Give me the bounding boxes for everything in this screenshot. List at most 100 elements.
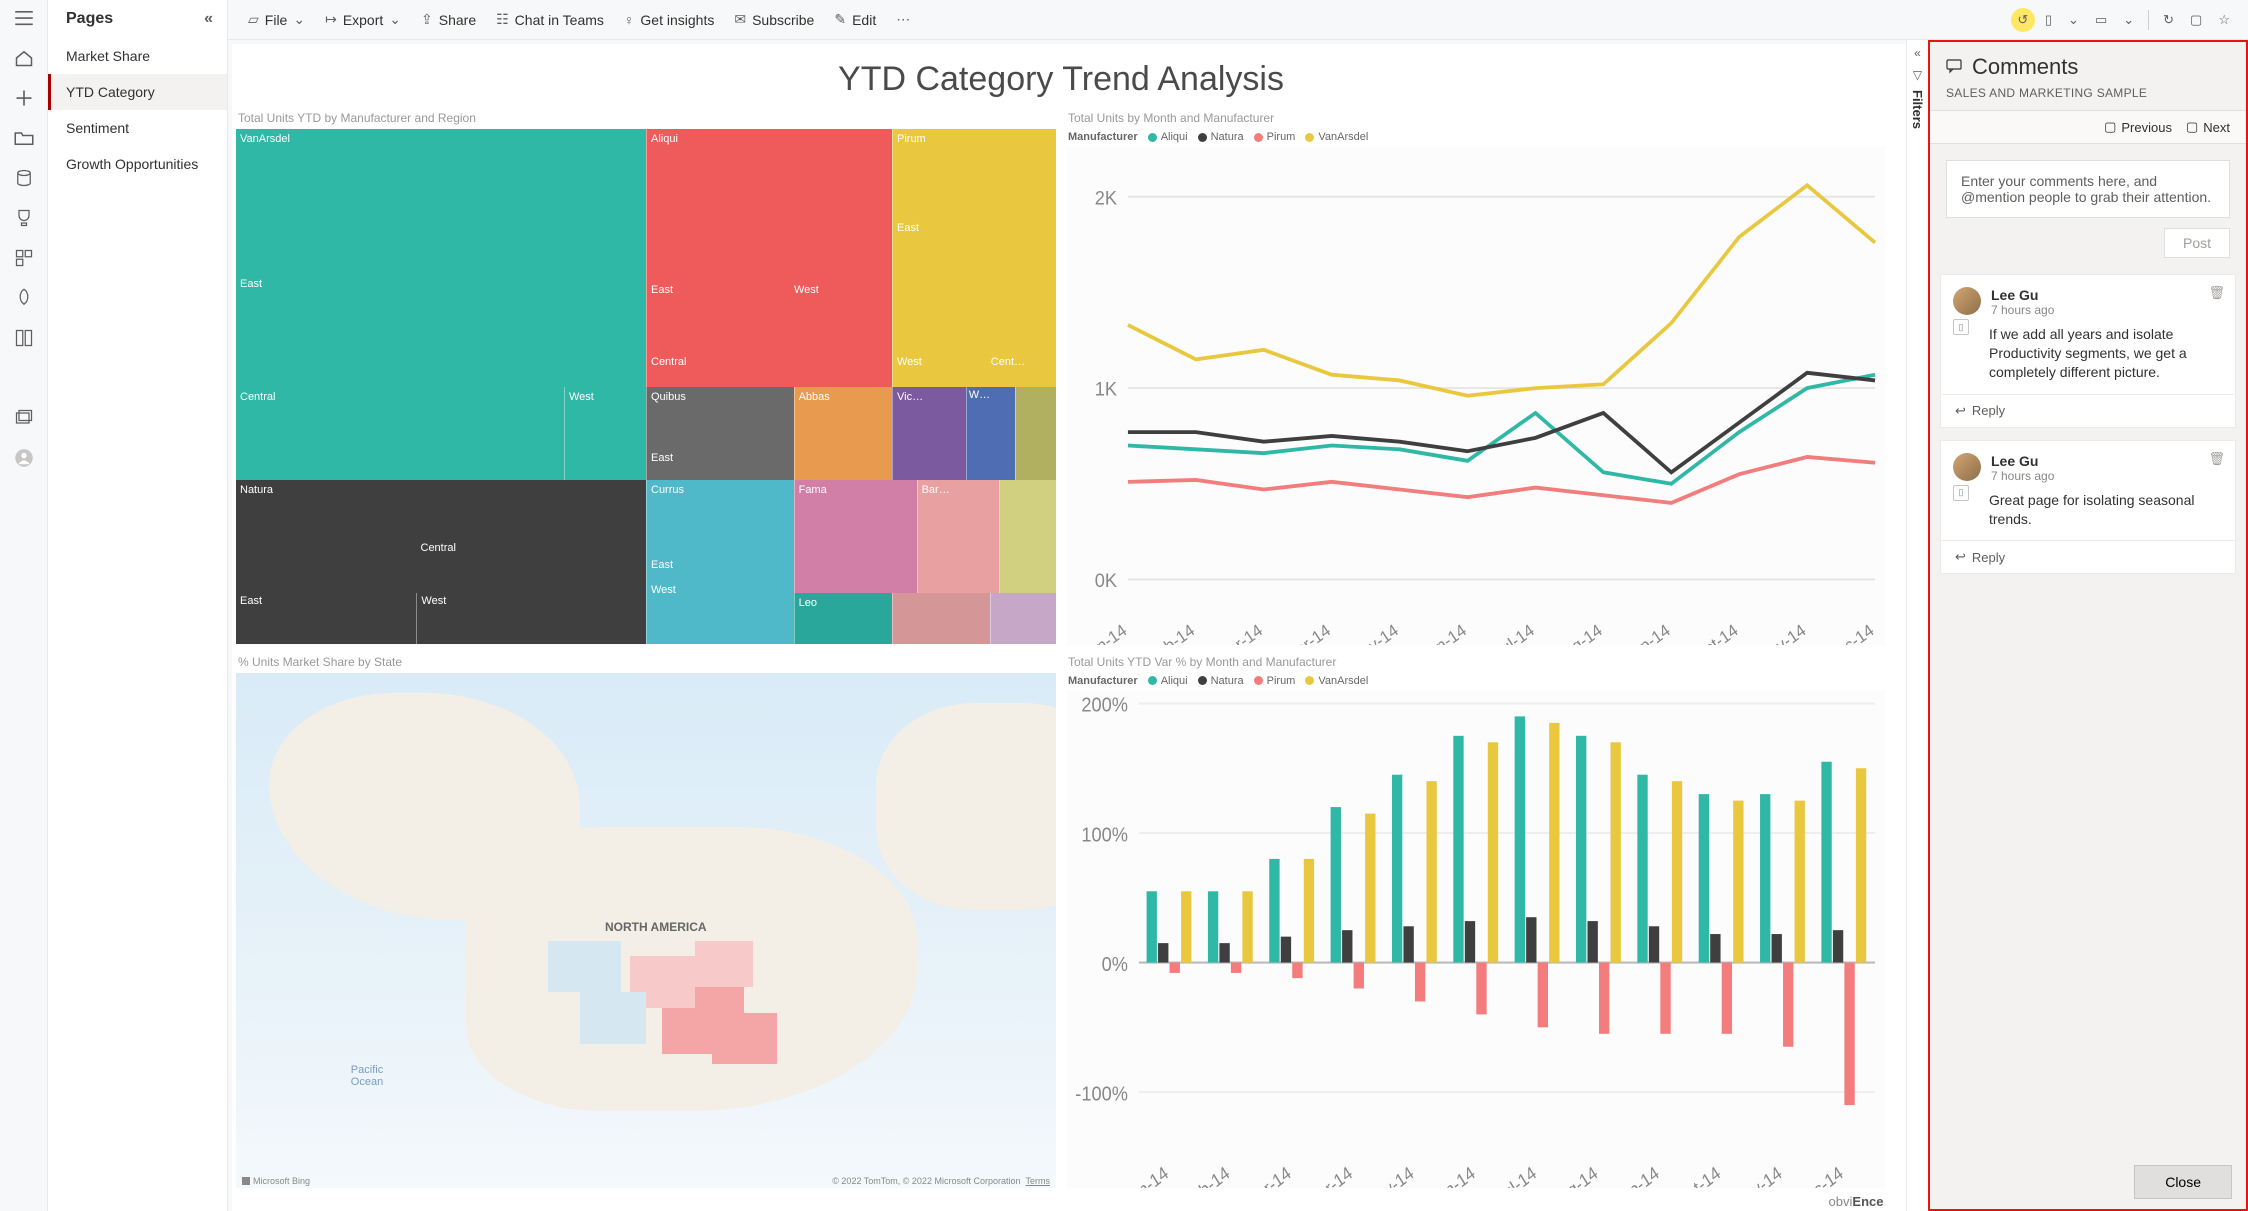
chat-teams-button[interactable]: ☷Chat in Teams [488,7,612,32]
hamburger-icon[interactable] [14,8,34,28]
treemap-cell[interactable]: PirumEastWestCent… [892,129,1056,387]
legend-item[interactable]: Aliqui [1148,675,1188,687]
comment-input[interactable]: Enter your comments here, and @mention p… [1946,160,2230,218]
viz-map[interactable]: % Units Market Share by State [236,655,1056,1189]
treemap-cell[interactable]: NaturaCentral [236,480,646,593]
insights-button[interactable]: ♀Get insights [616,8,722,32]
file-menu[interactable]: ▱File⌄ [240,7,313,32]
viz-treemap[interactable]: Total Units YTD by Manufacturer and Regi… [236,111,1056,645]
view-button[interactable]: ▭ [2089,8,2113,32]
map-terms-link[interactable]: Terms [1026,1176,1051,1186]
treemap-cell[interactable]: QuibusEast [646,387,794,480]
share-button[interactable]: ⇪Share [413,7,484,32]
reply-button[interactable]: ↩Reply [1941,540,2235,573]
comment-card: Lee Gu7 hours ago🗑▯Great page for isolat… [1940,440,2236,575]
file-icon: ▱ [248,11,259,28]
legend-item[interactable]: VanArsdel [1305,675,1368,687]
viz-bar[interactable]: Total Units YTD Var % by Month and Manuf… [1066,655,1886,1189]
view-dropdown[interactable]: ⌄ [2117,8,2140,32]
more-button[interactable]: ⋯ [888,7,918,32]
legend-item[interactable]: Natura [1198,675,1244,687]
page-tab-market-share[interactable]: Market Share [48,38,227,74]
trophy-icon[interactable] [14,208,34,228]
treemap-cell[interactable]: Abbas [794,387,892,480]
delete-comment-icon[interactable]: 🗑 [2208,451,2225,467]
comment-time: 7 hours ago [1991,469,2054,483]
pages-panel: Pages « Market ShareYTD CategorySentimen… [48,0,228,1211]
favorite-button[interactable]: ☆ [2212,8,2236,32]
edit-button[interactable]: ✎Edit [826,7,884,32]
bookmark-dropdown[interactable]: ⌄ [2062,8,2085,32]
comments-panel: Comments SALES AND MARKETING SAMPLE ▢Pre… [1928,40,2248,1211]
treemap-cell[interactable]: East [236,593,416,645]
pencil-icon: ✎ [834,11,846,28]
treemap-cell[interactable]: AliquiEastWestCentral [646,129,892,387]
refresh-button[interactable]: ↻ [2157,8,2180,32]
share-icon: ⇪ [421,11,433,28]
filters-collapsed-tab[interactable]: « ▽ Filters [1906,40,1928,1211]
comments-prev-button[interactable]: ▢Previous [2104,119,2172,135]
report-canvas: YTD Category Trend Analysis Total Units … [232,44,1906,1211]
delete-comment-icon[interactable]: 🗑 [2208,285,2225,301]
chevron-down-icon: ⌄ [293,11,305,28]
page-tab-ytd-category[interactable]: YTD Category [48,74,227,110]
avatar [1953,287,1981,315]
export-menu[interactable]: ↦Export⌄ [317,7,409,32]
bookmark-button[interactable]: ▯ [2039,8,2058,32]
map-bing-credit: Microsoft Bing [242,1176,310,1186]
comment-icon [1946,54,1962,80]
comments-next-button[interactable]: ▢Next [2186,119,2230,135]
comment-button[interactable]: ▢ [2184,8,2208,32]
treemap-cell[interactable] [1015,387,1056,480]
treemap-cell[interactable]: Fama [794,480,917,593]
bookmark-comment-icon[interactable]: ▯ [1953,319,1969,335]
treemap-cell[interactable]: Vic… [892,387,966,480]
comments-title: Comments [1972,54,2078,80]
map-visual[interactable]: NORTH AMERICA Pacific Ocean Microsoft Bi… [236,673,1056,1189]
treemap-cell[interactable]: W… [966,387,1015,480]
legend-item[interactable]: Pirum [1254,131,1296,143]
treemap-cell[interactable] [892,593,990,645]
reply-icon: ↩ [1955,549,1966,565]
legend-item[interactable]: VanArsdel [1305,131,1368,143]
svg-text:Nov-14: Nov-14 [1731,1162,1785,1188]
app-icon[interactable] [14,248,34,268]
legend-item[interactable]: Natura [1198,131,1244,143]
user-avatar-icon[interactable] [14,448,34,468]
home-icon[interactable] [14,48,34,68]
svg-text:0%: 0% [1102,952,1128,975]
collapse-pages-icon[interactable]: « [204,10,213,28]
bookmark-comment-icon[interactable]: ▯ [1953,485,1969,501]
pages-title: Pages [66,10,113,28]
treemap-cell[interactable] [990,593,1056,645]
treemap-cell[interactable] [999,480,1056,593]
treemap-cell[interactable]: Central [236,387,564,480]
treemap-cell[interactable]: VanArsdelEast [236,129,646,387]
viz-line[interactable]: Total Units by Month and Manufacturer Ma… [1066,111,1886,645]
comment-body: Great page for isolating seasonal trends… [1941,489,2235,541]
page-tab-sentiment[interactable]: Sentiment [48,110,227,146]
legend-item[interactable]: Aliqui [1148,131,1188,143]
database-icon[interactable] [14,168,34,188]
reset-button[interactable]: ↺ [2011,8,2035,32]
post-comment-button[interactable]: Post [2164,228,2230,258]
treemap-cell[interactable]: West [416,593,646,645]
treemap-cell[interactable]: Leo [794,593,892,645]
page-tab-growth-opportunities[interactable]: Growth Opportunities [48,146,227,182]
rocket-icon[interactable] [14,288,34,308]
close-comments-button[interactable]: Close [2134,1165,2232,1199]
treemap-cell[interactable]: CurrusEastWest [646,480,794,593]
book-icon[interactable] [14,328,34,348]
workspaces-icon[interactable] [14,408,34,428]
plus-icon[interactable] [14,88,34,108]
treemap-cell[interactable]: Bar… [917,480,999,593]
expand-filters-icon[interactable]: « [1914,46,1921,60]
svg-text:Oct-14: Oct-14 [1673,1162,1724,1188]
reply-button[interactable]: ↩Reply [1941,394,2235,427]
treemap-cell[interactable] [646,593,794,645]
legend-item[interactable]: Pirum [1254,675,1296,687]
prev-comment-icon: ▢ [2104,119,2116,135]
subscribe-button[interactable]: ✉Subscribe [726,7,822,32]
folder-icon[interactable] [14,128,34,148]
treemap-cell[interactable]: West [564,387,646,480]
